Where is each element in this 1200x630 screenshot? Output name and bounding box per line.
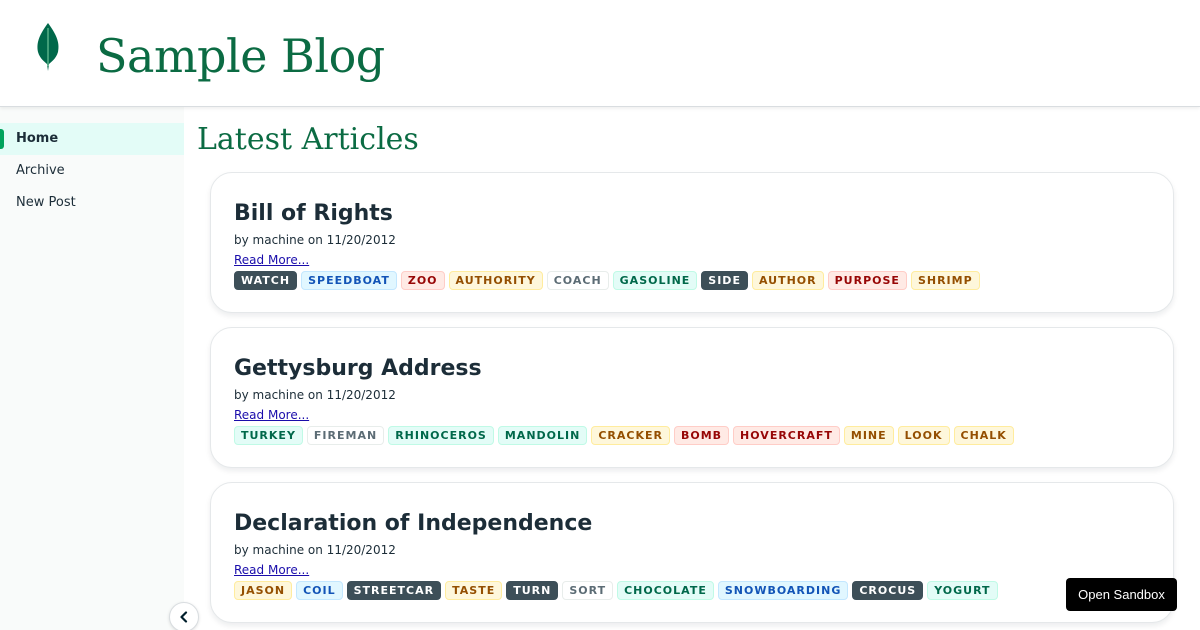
article-title[interactable]: Bill of Rights [234, 200, 1150, 228]
tag-badge[interactable]: GASOLINE [612, 271, 698, 290]
tag-badge[interactable]: PURPOSE [827, 271, 907, 290]
tag-badge[interactable]: AUTHOR [751, 271, 824, 290]
tag-badge[interactable]: RHINOCEROS [388, 426, 494, 445]
tag-badge[interactable]: CRACKER [591, 426, 670, 445]
tag-badge[interactable]: MANDOLIN [497, 426, 588, 445]
tag-badge[interactable]: FIREMAN [306, 426, 385, 445]
sidebar-item-archive[interactable]: Archive [0, 155, 184, 187]
page-title: Latest Articles [197, 122, 419, 157]
tag-badge[interactable]: WATCH [234, 271, 298, 290]
sidebar-item-new-post[interactable]: New Post [0, 187, 184, 219]
read-more-link[interactable]: Read More... [234, 252, 309, 268]
tag-badge[interactable]: ZOO [400, 271, 445, 290]
tag-badge[interactable]: SHRIMP [910, 271, 980, 290]
tag-badge[interactable]: SPEEDBOAT [301, 271, 397, 290]
tag-badge[interactable]: CROCUS [852, 581, 924, 600]
tag-list: TURKEY FIREMAN RHINOCEROS MANDOLIN CRACKER BO… [234, 426, 1150, 445]
read-more-link[interactable]: Read More... [234, 562, 309, 578]
tag-list: JASON COIL STREETCAR TASTE TURN SORT CHOCOLATE… [234, 581, 1150, 600]
tag-badge[interactable]: LOOK [897, 426, 950, 445]
tag-badge[interactable]: MINE [843, 426, 894, 445]
article-card: Gettysburg Address by machine on 11/20/2… [210, 327, 1174, 468]
leaf-icon[interactable] [35, 22, 61, 72]
sidebar: Home Archive New Post [0, 107, 184, 630]
site-header: Sample Blog [0, 0, 1200, 107]
open-sandbox-button[interactable]: Open Sandbox [1066, 578, 1177, 611]
read-more-link[interactable]: Read More... [234, 407, 309, 423]
article-meta: by machine on 11/20/2012 [234, 388, 396, 402]
tag-badge[interactable]: COIL [296, 581, 343, 600]
tag-list: WATCH SPEEDBOAT ZOO AUTHORITY COACH GASOLINE S… [234, 271, 1150, 290]
tag-badge[interactable]: STREETCAR [346, 581, 442, 600]
sidebar-item-home[interactable]: Home [0, 123, 184, 155]
article-meta: by machine on 11/20/2012 [234, 543, 396, 557]
sidebar-item-label: New Post [16, 195, 76, 210]
site-title[interactable]: Sample Blog [96, 26, 385, 86]
tag-badge[interactable]: HOVERCRAFT [733, 426, 840, 445]
tag-badge[interactable]: YOGURT [927, 581, 998, 600]
tag-badge[interactable]: AUTHORITY [448, 271, 543, 290]
article-meta: by machine on 11/20/2012 [234, 233, 396, 247]
article-card: Bill of Rights by machine on 11/20/2012 … [210, 172, 1174, 313]
tag-badge[interactable]: TURKEY [234, 426, 303, 445]
tag-badge[interactable]: SNOWBOARDING [717, 581, 849, 600]
article-card: Declaration of Independence by machine o… [210, 482, 1174, 623]
tag-badge[interactable]: SORT [562, 581, 614, 600]
tag-badge[interactable]: JASON [234, 581, 293, 600]
article-title[interactable]: Declaration of Independence [234, 510, 1150, 538]
tag-badge[interactable]: TURN [506, 581, 559, 600]
sidebar-item-label: Home [16, 131, 59, 146]
tag-badge[interactable]: TASTE [445, 581, 503, 600]
tag-badge[interactable]: CHOCOLATE [617, 581, 714, 600]
collapse-sidebar-button[interactable] [169, 602, 199, 630]
article-title[interactable]: Gettysburg Address [234, 355, 1150, 383]
tag-badge[interactable]: CHALK [953, 426, 1014, 445]
tag-badge[interactable]: BOMB [673, 426, 730, 445]
tag-badge[interactable]: COACH [546, 271, 609, 290]
chevron-left-icon [180, 611, 188, 623]
tag-badge[interactable]: SIDE [701, 271, 748, 290]
sidebar-item-label: Archive [16, 163, 65, 178]
